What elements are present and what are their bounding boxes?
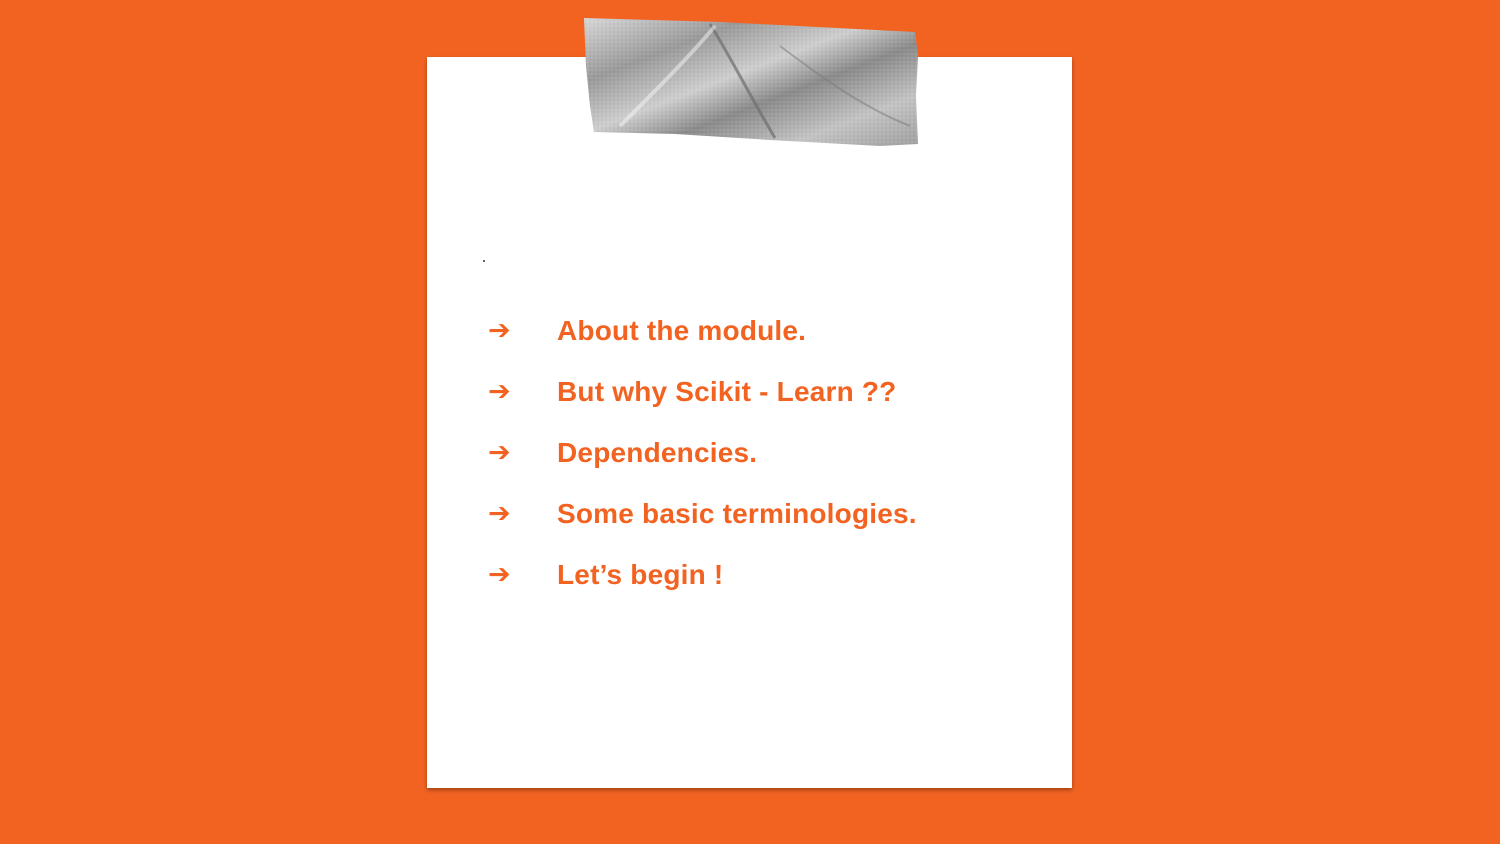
right-arrow-icon: ➔ [488,498,511,529]
right-arrow-icon: ➔ [488,437,511,468]
list-item: ➔ About the module. [488,300,917,361]
list-item: ➔ But why Scikit - Learn ?? [488,361,917,422]
stray-dot [483,260,485,262]
right-arrow-icon: ➔ [488,315,511,346]
agenda-list: ➔ About the module. ➔ But why Scikit - L… [488,300,917,605]
agenda-item-label: Some basic terminologies. [557,497,917,529]
list-item: ➔ Some basic terminologies. [488,483,917,544]
agenda-item-label: About the module. [557,314,807,346]
agenda-item-label: Let’s begin ! [557,558,724,590]
agenda-item-label: But why Scikit - Learn ?? [557,375,897,407]
right-arrow-icon: ➔ [488,376,511,407]
duct-tape-image [584,18,918,146]
list-item: ➔ Let’s begin ! [488,544,917,605]
agenda-item-label: Dependencies. [557,436,758,468]
right-arrow-icon: ➔ [488,559,511,590]
list-item: ➔ Dependencies. [488,422,917,483]
